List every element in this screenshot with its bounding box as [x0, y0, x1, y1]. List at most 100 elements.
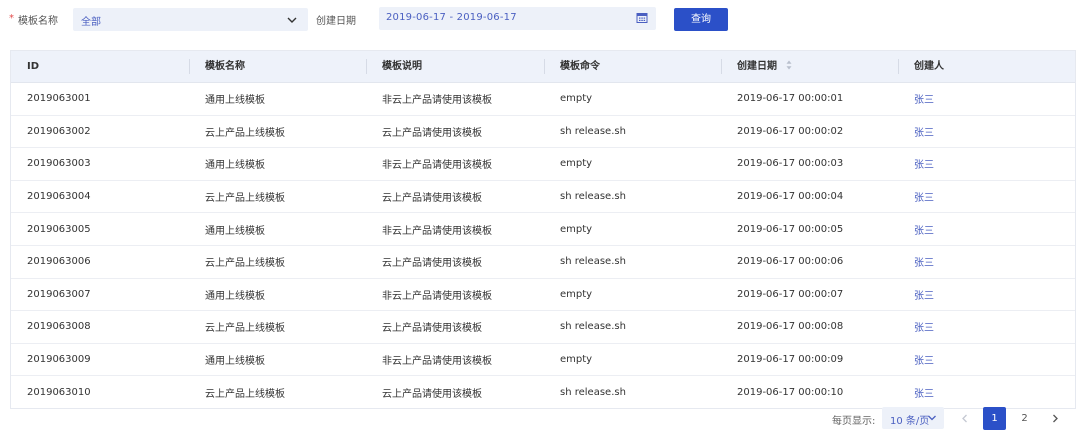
cell-id: 2019063008 [27, 321, 91, 333]
chevron-right-icon [1052, 414, 1058, 423]
cell-id: 2019063003 [27, 158, 91, 170]
calendar-icon[interactable] [636, 12, 648, 24]
cell-template-name: 通用上线模板 [205, 290, 265, 302]
cell-template-command: empty [560, 93, 593, 105]
cell-template-desc: 非云上产品请使用该模板 [382, 225, 492, 237]
column-header-template-command: 模板命令 [544, 51, 721, 82]
template-name-select[interactable]: 全部 [73, 8, 308, 31]
cell-template-name: 云上产品上线模板 [205, 388, 285, 400]
cell-created-date: 2019-06-17 00:00:10 [737, 386, 844, 398]
table-row: 2019063004 云上产品上线模板 云上产品请使用该模板 sh release.s… [11, 181, 1075, 214]
cell-id: 2019063006 [27, 256, 91, 268]
chevron-left-icon [961, 414, 967, 423]
chevron-down-icon [928, 415, 936, 421]
table-header: ID 模板名称 模板说明 模板命令 创建日期 创建人 [11, 51, 1075, 83]
filter-bar: * 模板名称 全部 创建日期 2019-06-17 - 2019-06-17 查… [0, 0, 1080, 40]
cell-template-command: empty [560, 158, 593, 170]
cell-created-date: 2019-06-17 00:00:07 [737, 288, 844, 300]
cell-created-date: 2019-06-17 00:00:09 [737, 354, 844, 366]
cell-template-name: 云上产品上线模板 [205, 193, 285, 205]
created-date-label: 创建日期 [316, 16, 356, 27]
cell-template-command: empty [560, 288, 593, 300]
created-date-header-label: 创建日期 [737, 61, 777, 72]
cell-template-command: sh release.sh [560, 386, 626, 398]
cell-created-date: 2019-06-17 00:00:01 [737, 93, 844, 105]
cell-template-name: 通用上线模板 [205, 95, 265, 107]
cell-template-desc: 非云上产品请使用该模板 [382, 95, 492, 107]
cell-template-desc: 云上产品请使用该模板 [382, 388, 482, 400]
cell-template-name: 云上产品上线模板 [205, 323, 285, 335]
cell-id: 2019063010 [27, 386, 91, 398]
page-size-value: 10 条/页 [890, 416, 930, 427]
column-header-creator: 创建人 [898, 51, 1075, 82]
table-row: 2019063007 通用上线模板 非云上产品请使用该模板 empty 2019-06-… [11, 279, 1075, 312]
cell-created-date: 2019-06-17 00:00:05 [737, 223, 844, 235]
cell-id: 2019063001 [27, 93, 91, 105]
cell-created-date: 2019-06-17 00:00:02 [737, 125, 844, 137]
cell-id: 2019063002 [27, 125, 91, 137]
cell-creator[interactable]: 张三 [898, 156, 1075, 171]
cell-template-command: sh release.sh [560, 256, 626, 268]
table-row: 2019063003 通用上线模板 非云上产品请使用该模板 empty 2019-06-… [11, 148, 1075, 181]
table-row: 2019063002 云上产品上线模板 云上产品请使用该模板 sh release.s… [11, 116, 1075, 149]
cell-creator[interactable]: 张三 [898, 352, 1075, 367]
cell-id: 2019063004 [27, 191, 91, 203]
cell-template-name: 云上产品上线模板 [205, 258, 285, 270]
date-range-input[interactable]: 2019-06-17 - 2019-06-17 [379, 7, 656, 30]
table-row: 2019063006 云上产品上线模板 云上产品请使用该模板 sh release.s… [11, 246, 1075, 279]
cell-created-date: 2019-06-17 00:00:04 [737, 191, 844, 203]
cell-template-command: empty [560, 223, 593, 235]
cell-creator[interactable]: 张三 [898, 91, 1075, 106]
prev-page-button[interactable] [953, 407, 976, 430]
cell-creator[interactable]: 张三 [898, 124, 1075, 139]
cell-id: 2019063009 [27, 354, 91, 366]
column-header-template-name: 模板名称 [189, 51, 366, 82]
cell-template-desc: 云上产品请使用该模板 [382, 258, 482, 270]
table-row: 2019063009 通用上线模板 非云上产品请使用该模板 empty 2019-06-… [11, 344, 1075, 377]
next-page-button[interactable] [1043, 407, 1066, 430]
cell-created-date: 2019-06-17 00:00:08 [737, 321, 844, 333]
chevron-down-icon [287, 17, 297, 23]
page-button-1[interactable]: 1 [983, 407, 1006, 430]
column-header-created-date[interactable]: 创建日期 [721, 51, 898, 82]
cell-created-date: 2019-06-17 00:00:03 [737, 158, 844, 170]
cell-template-desc: 云上产品请使用该模板 [382, 127, 482, 139]
cell-creator[interactable]: 张三 [898, 189, 1075, 204]
table-row: 2019063001 通用上线模板 非云上产品请使用该模板 empty 2019-06-… [11, 83, 1075, 116]
cell-template-command: sh release.sh [560, 125, 626, 137]
query-button[interactable]: 查询 [674, 8, 728, 31]
column-header-template-desc: 模板说明 [366, 51, 544, 82]
cell-template-desc: 云上产品请使用该模板 [382, 323, 482, 335]
cell-template-desc: 非云上产品请使用该模板 [382, 356, 492, 368]
page-button-2[interactable]: 2 [1013, 407, 1036, 430]
page-size-label: 每页显示: [832, 416, 876, 427]
cell-template-command: sh release.sh [560, 191, 626, 203]
cell-creator[interactable]: 张三 [898, 385, 1075, 400]
cell-template-name: 通用上线模板 [205, 356, 265, 368]
cell-template-desc: 非云上产品请使用该模板 [382, 290, 492, 302]
cell-template-command: sh release.sh [560, 321, 626, 333]
cell-creator[interactable]: 张三 [898, 319, 1075, 334]
sort-icon[interactable] [786, 60, 792, 70]
cell-creator[interactable]: 张三 [898, 287, 1075, 302]
cell-created-date: 2019-06-17 00:00:06 [737, 256, 844, 268]
template-name-value: 全部 [81, 17, 101, 28]
cell-id: 2019063005 [27, 223, 91, 235]
column-header-id: ID [27, 61, 40, 72]
templates-table: ID 模板名称 模板说明 模板命令 创建日期 创建人 2019063001 通用上… [10, 50, 1076, 409]
required-mark: * [9, 13, 14, 24]
cell-template-desc: 云上产品请使用该模板 [382, 193, 482, 205]
template-name-label: 模板名称 [18, 16, 58, 27]
cell-id: 2019063007 [27, 288, 91, 300]
cell-template-command: empty [560, 354, 593, 366]
cell-creator[interactable]: 张三 [898, 222, 1075, 237]
cell-template-name: 通用上线模板 [205, 225, 265, 237]
table-row: 2019063010 云上产品上线模板 云上产品请使用该模板 sh release.s… [11, 376, 1075, 408]
cell-template-name: 通用上线模板 [205, 160, 265, 172]
date-range-value: 2019-06-17 - 2019-06-17 [386, 12, 517, 23]
table-row: 2019063005 通用上线模板 非云上产品请使用该模板 empty 2019-06-… [11, 213, 1075, 246]
table-body: 2019063001 通用上线模板 非云上产品请使用该模板 empty 2019-06-… [11, 83, 1075, 408]
page-size-select[interactable]: 10 条/页 [882, 407, 944, 429]
cell-template-name: 云上产品上线模板 [205, 127, 285, 139]
cell-creator[interactable]: 张三 [898, 254, 1075, 269]
